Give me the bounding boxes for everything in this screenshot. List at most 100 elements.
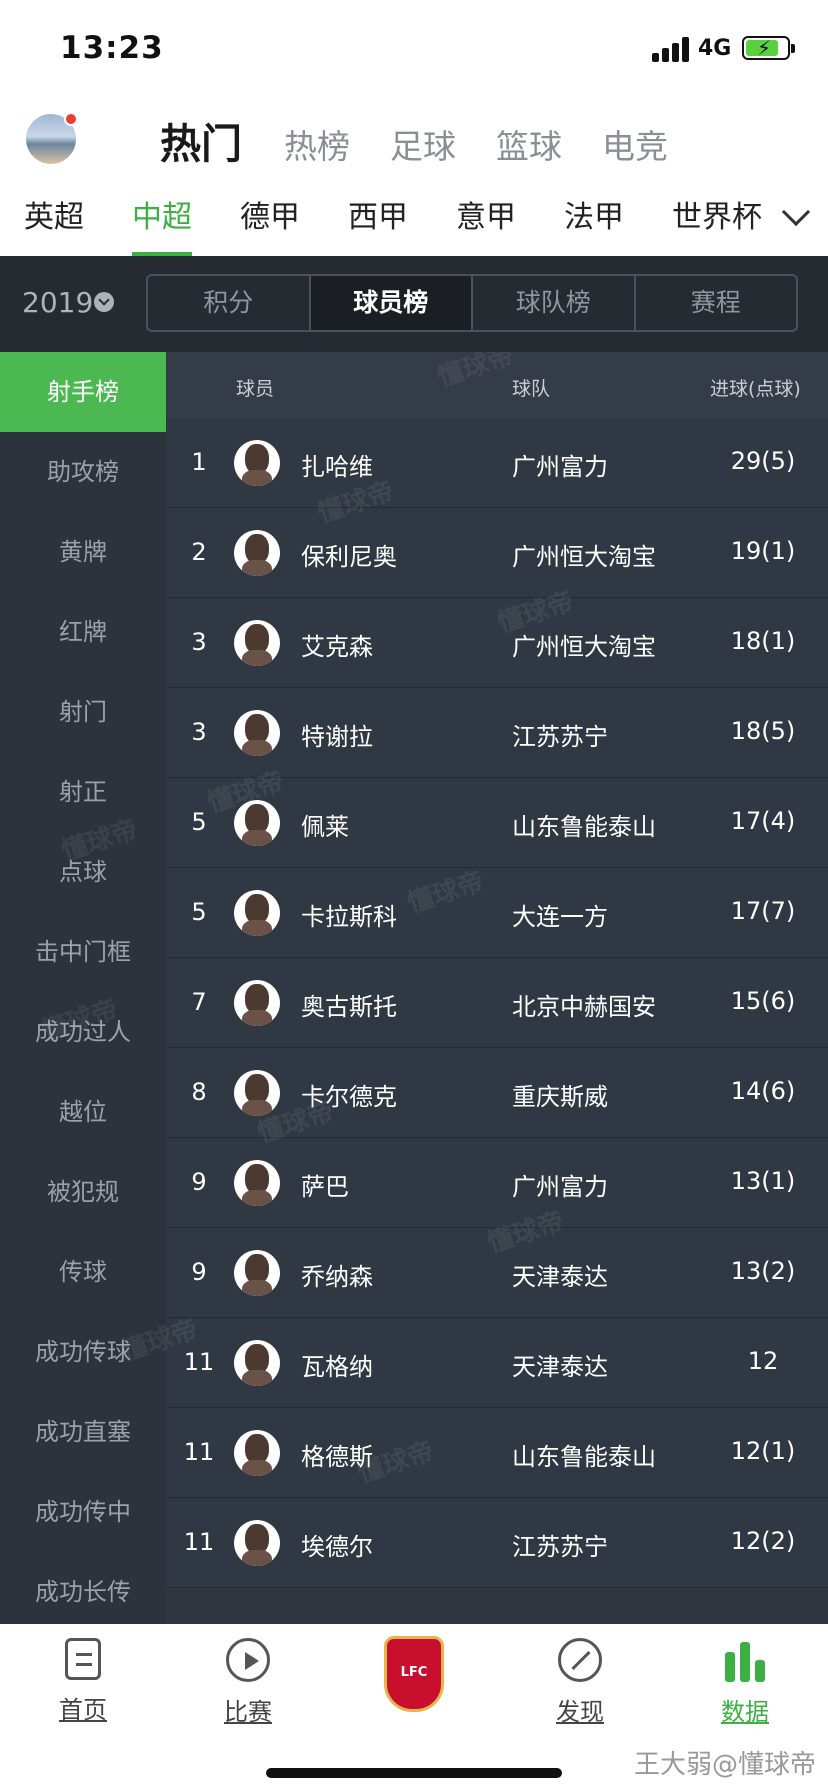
goals-count: 15(6) — [730, 987, 796, 1015]
notification-dot — [64, 112, 78, 126]
table-row[interactable]: 9 乔纳森 天津泰达 13(2) — [166, 1228, 828, 1318]
menu-item-assists[interactable]: 助攻榜 — [0, 432, 166, 512]
table-row[interactable]: 8 卡尔德克 重庆斯威 14(6) — [166, 1048, 828, 1138]
rank: 11 — [183, 1348, 215, 1376]
table-row[interactable]: 11 格德斯 山东鲁能泰山 12(1) — [166, 1408, 828, 1498]
menu-item-shots-on-target[interactable]: 射正 — [0, 752, 166, 832]
tab-football[interactable]: 足球 — [390, 120, 456, 168]
rank: 9 — [191, 1258, 207, 1286]
segment-team-rankings[interactable]: 球队榜 — [473, 276, 636, 330]
menu-item-yellow-cards[interactable]: 黄牌 — [0, 512, 166, 592]
league-tab-laliga[interactable]: 西甲 — [348, 192, 408, 236]
table-row[interactable]: 5 佩莱 山东鲁能泰山 17(4) — [166, 778, 828, 868]
menu-item-dribbles[interactable]: 成功过人 — [0, 992, 166, 1072]
chevron-down-icon[interactable] — [781, 197, 811, 227]
menu-item-crosses[interactable]: 成功传中 — [0, 1472, 166, 1552]
table-row[interactable]: 11 瓦格纳 天津泰达 12 — [166, 1318, 828, 1408]
table-body: 1 扎哈维 广州富力 29(5) 2 保利尼奥 广州恒大淘宝 19(1) 3 艾克森 广州恒大淘宝 1… — [166, 418, 828, 1588]
table-row[interactable]: 9 萨巴 广州富力 13(1) — [166, 1138, 828, 1228]
rank: 5 — [191, 808, 207, 836]
goals-count: 13(2) — [730, 1257, 796, 1285]
tab-esports[interactable]: 电竞 — [602, 120, 668, 168]
player-name: 乔纳森 — [301, 1263, 373, 1291]
segment-schedule[interactable]: 赛程 — [636, 276, 797, 330]
player-name: 佩莱 — [301, 813, 349, 841]
tab-trending[interactable]: 热榜 — [284, 120, 350, 168]
season-selector[interactable]: 2019 — [22, 286, 93, 319]
team-name: 北京中赫国安 — [512, 993, 656, 1021]
compass-icon — [558, 1638, 602, 1682]
team-name: 天津泰达 — [512, 1353, 608, 1381]
table-row[interactable]: 11 埃德尔 江苏苏宁 12(2) — [166, 1498, 828, 1588]
table-row[interactable]: 7 奥古斯托 北京中赫国安 15(6) — [166, 958, 828, 1048]
player-name: 奥古斯托 — [301, 993, 397, 1021]
table-row[interactable]: 5 卡拉斯科 大连一方 17(7) — [166, 868, 828, 958]
goals-count: 18(1) — [730, 627, 796, 655]
player-avatar — [234, 1250, 280, 1296]
league-tab-bundesliga[interactable]: 德甲 — [240, 192, 300, 236]
player-avatar — [234, 1160, 280, 1206]
watermark-credit: 王大弱@懂球帝 — [633, 1750, 816, 1780]
league-tab-epl[interactable]: 英超 — [24, 192, 84, 236]
nav-matches[interactable]: 比赛 — [193, 1638, 303, 1727]
goals-count: 17(4) — [730, 807, 796, 835]
nav-data[interactable]: 数据 — [690, 1638, 800, 1727]
signal-icon — [652, 36, 692, 62]
team-name: 广州富力 — [512, 1173, 608, 1201]
table-row[interactable]: 3 特谢拉 江苏苏宁 18(5) — [166, 688, 828, 778]
league-tab-csl[interactable]: 中超 — [132, 192, 192, 236]
menu-item-successful-passes[interactable]: 成功传球 — [0, 1312, 166, 1392]
team-name: 天津泰达 — [512, 1263, 608, 1291]
nav-data-label: 数据 — [721, 1698, 769, 1726]
segment-standings[interactable]: 积分 — [148, 276, 311, 330]
menu-item-red-cards[interactable]: 红牌 — [0, 592, 166, 672]
menu-item-fouled[interactable]: 被犯规 — [0, 1152, 166, 1232]
status-time: 13:23 — [60, 30, 164, 66]
bar-chart-icon — [723, 1638, 767, 1682]
segment-player-rankings[interactable]: 球员榜 — [310, 276, 473, 330]
menu-item-shots[interactable]: 射门 — [0, 672, 166, 752]
table-row[interactable]: 2 保利尼奥 广州恒大淘宝 19(1) — [166, 508, 828, 598]
player-avatar — [234, 1070, 280, 1116]
stat-category-menu: 射手榜 助攻榜 黄牌 红牌 射门 射正 点球 击中门框 成功过人 越位 被犯规 … — [0, 352, 166, 1624]
network-label: 4G — [698, 36, 732, 61]
league-tab-worldcup[interactable]: 世界杯 — [672, 192, 762, 236]
avatar[interactable] — [26, 112, 78, 164]
team-name: 广州恒大淘宝 — [512, 543, 656, 571]
goals-count: 17(7) — [730, 897, 796, 925]
menu-item-top-scorers[interactable]: 射手榜 — [0, 352, 166, 432]
column-header-goals: 进球(点球) — [710, 378, 801, 400]
nav-discover[interactable]: 发现 — [525, 1638, 635, 1727]
player-name: 艾克森 — [301, 633, 373, 661]
menu-item-penalties[interactable]: 点球 — [0, 832, 166, 912]
play-icon — [226, 1638, 270, 1682]
rank: 11 — [183, 1528, 215, 1556]
menu-item-through-balls[interactable]: 成功直塞 — [0, 1392, 166, 1472]
top-tabs: 热门 热榜 足球 篮球 电竞 — [160, 110, 708, 170]
player-name: 萨巴 — [301, 1173, 349, 1201]
club-crest-icon[interactable] — [384, 1636, 444, 1712]
chevron-down-circle-icon[interactable] — [94, 292, 114, 312]
menu-item-woodwork[interactable]: 击中门框 — [0, 912, 166, 992]
menu-item-offsides[interactable]: 越位 — [0, 1072, 166, 1152]
player-avatar — [234, 1430, 280, 1476]
league-tab-ligue1[interactable]: 法甲 — [564, 192, 624, 236]
tab-hot[interactable]: 热门 — [160, 110, 242, 170]
table-row[interactable]: 3 艾克森 广州恒大淘宝 18(1) — [166, 598, 828, 688]
table-header: 球员 球队 进球(点球) — [166, 352, 828, 418]
team-name: 广州富力 — [512, 453, 608, 481]
goals-count: 29(5) — [730, 447, 796, 475]
nav-discover-label: 发现 — [556, 1698, 604, 1726]
column-header-team: 球队 — [512, 378, 551, 400]
rank: 3 — [191, 628, 207, 656]
header: 热门 热榜 足球 篮球 电竞 英超 中超 德甲 西甲 意甲 法甲 世界杯 — [0, 96, 828, 256]
league-tab-seriea[interactable]: 意甲 — [456, 192, 516, 236]
table-row[interactable]: 1 扎哈维 广州富力 29(5) — [166, 418, 828, 508]
menu-item-long-balls[interactable]: 成功长传 — [0, 1552, 166, 1624]
menu-item-passes[interactable]: 传球 — [0, 1232, 166, 1312]
player-name: 扎哈维 — [301, 453, 373, 481]
player-name: 卡拉斯科 — [301, 903, 397, 931]
nav-home[interactable]: 首页 — [28, 1638, 138, 1725]
team-name: 重庆斯威 — [512, 1083, 608, 1111]
tab-basketball[interactable]: 篮球 — [496, 120, 562, 168]
